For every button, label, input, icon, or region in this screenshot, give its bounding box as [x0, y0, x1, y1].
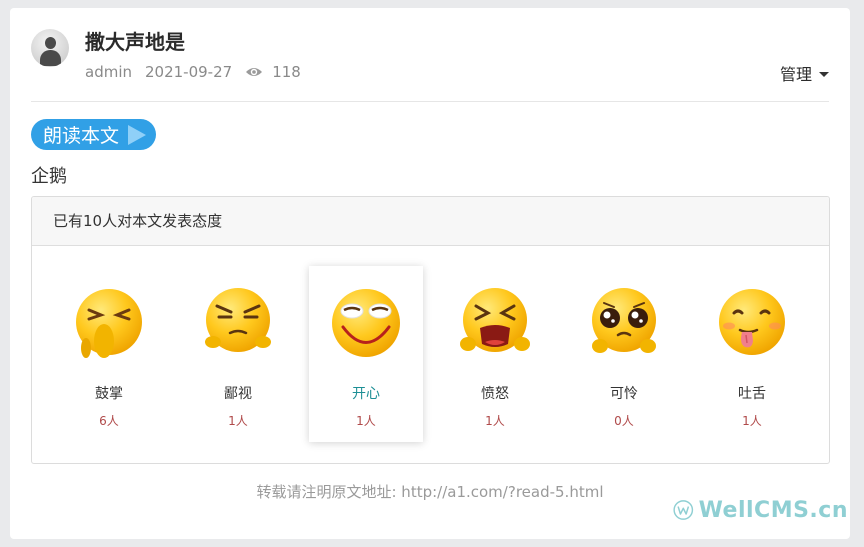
reaction-summary: 已有10人对本文发表态度 — [32, 197, 829, 246]
manage-dropdown[interactable]: 管理 — [780, 61, 829, 85]
manage-label: 管理 — [779, 65, 812, 84]
angry-emoji-icon — [460, 288, 530, 352]
reaction-item[interactable]: 鄙视 1人 — [181, 266, 295, 442]
contempt-emoji-icon — [205, 288, 271, 352]
reaction-panel: 已有10人对本文发表态度 鼓掌 6人 鄙视 1人 开心 1人 愤怒 1人 可怜 … — [31, 196, 830, 464]
reaction-count: 1人 — [485, 414, 505, 428]
reaction-item[interactable]: 吐舌 1人 — [695, 266, 809, 442]
reaction-count: 1人 — [228, 414, 248, 428]
reaction-label: 愤怒 — [481, 386, 509, 402]
post-header: 撒大声地是 admin 2021-09-27 118 管理 — [10, 8, 850, 102]
reaction-count: 0人 — [614, 414, 634, 428]
clapping-emoji-icon — [76, 289, 142, 358]
eye-icon — [246, 68, 263, 76]
read-aloud-button[interactable]: 朗读本文 — [31, 119, 156, 150]
reaction-item-selected[interactable]: 开心 1人 — [309, 266, 423, 442]
reaction-label: 鄙视 — [224, 386, 252, 402]
happy-emoji-icon — [332, 289, 400, 357]
reaction-label: 可怜 — [610, 386, 638, 402]
reaction-item[interactable]: 愤怒 1人 — [438, 266, 552, 442]
reaction-count: 1人 — [356, 414, 376, 428]
play-icon — [128, 124, 147, 145]
wellcms-logo-icon — [673, 500, 694, 520]
reaction-item[interactable]: 鼓掌 6人 — [52, 266, 166, 442]
brand-text: WellCMS.cn — [698, 497, 848, 523]
author-name[interactable]: admin — [85, 63, 132, 81]
reaction-label: 鼓掌 — [95, 386, 123, 402]
reaction-item[interactable]: 可怜 0人 — [567, 266, 681, 442]
avatar[interactable] — [31, 29, 69, 67]
read-aloud-label: 朗读本文 — [43, 125, 120, 147]
page-title: 撒大声地是 — [85, 30, 185, 54]
post-card: 撒大声地是 admin 2021-09-27 118 管理 朗读本文 企鹅 已有… — [10, 8, 850, 539]
reaction-count: 1人 — [742, 414, 762, 428]
tongue-out-emoji-icon — [719, 289, 785, 355]
caret-down-icon — [819, 71, 829, 77]
reaction-label: 开心 — [352, 386, 380, 402]
post-content: 企鹅 — [31, 166, 67, 187]
view-count: 118 — [272, 63, 301, 81]
divider — [31, 101, 829, 102]
wellcms-watermark: WellCMS.cn — [673, 491, 848, 529]
post-date: 2021-09-27 — [145, 63, 233, 81]
reaction-label: 吐舌 — [738, 386, 766, 402]
post-meta: admin 2021-09-27 118 — [85, 63, 301, 81]
reaction-count: 6人 — [99, 414, 119, 428]
pitiful-emoji-icon — [592, 288, 656, 353]
